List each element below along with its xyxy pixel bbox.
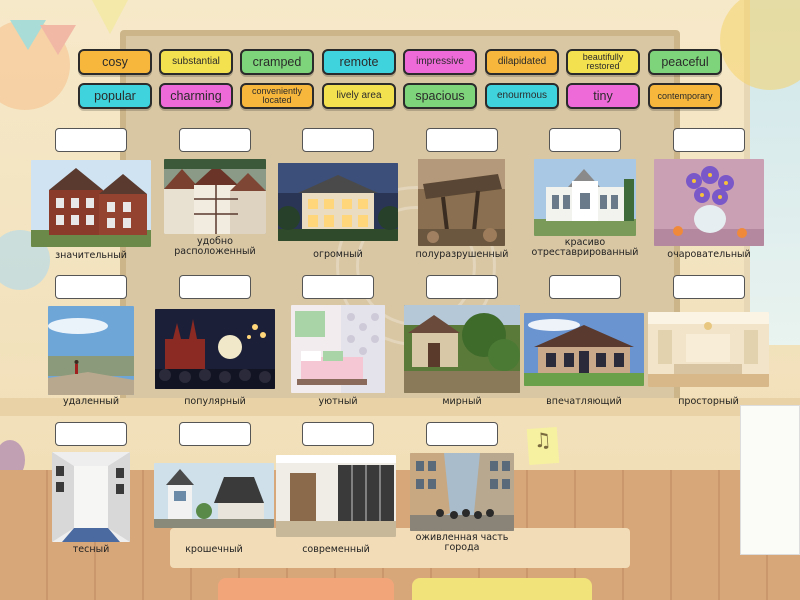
word-tile[interactable]: peaceful (648, 49, 722, 75)
drop-slot[interactable] (55, 275, 127, 299)
drop-slot[interactable] (426, 422, 498, 446)
drop-slot[interactable] (673, 128, 745, 152)
hiker-on-ridge-photo (48, 306, 134, 395)
drop-slot[interactable] (302, 128, 374, 152)
drop-slot[interactable] (673, 275, 745, 299)
drop-slot[interactable] (55, 422, 127, 446)
word-tile[interactable]: charming (159, 83, 233, 109)
spacious-living-room-photo (648, 312, 769, 387)
chair (218, 578, 394, 600)
card-caption: очаровательный (667, 249, 751, 260)
word-tile[interactable]: cosy (78, 49, 152, 75)
card-caption: тесный (72, 544, 110, 555)
word-tile[interactable]: lively area (322, 83, 396, 109)
old-town-rooftops-photo (164, 159, 266, 234)
card-caption: крошечный (185, 544, 243, 555)
word-tile[interactable]: conveniently located (240, 83, 314, 109)
drop-slot[interactable] (426, 128, 498, 152)
word-tile[interactable]: tiny (566, 83, 640, 109)
word-tile[interactable]: impressive (403, 49, 477, 75)
card-caption: впечатляющий (546, 396, 622, 407)
card-caption: красиво отреставрированный (531, 237, 639, 258)
sticky-note: ♫ (526, 426, 560, 466)
bunting-flag (40, 25, 76, 55)
narrow-hallway-photo (52, 452, 130, 542)
modern-wardrobe-room-photo (276, 455, 396, 537)
drop-slot[interactable] (179, 422, 251, 446)
drop-slot[interactable] (302, 422, 374, 446)
word-tile[interactable]: spacious (403, 83, 477, 109)
flower-bouquet-photo (654, 159, 764, 246)
word-tile[interactable]: dilapidated (485, 49, 559, 75)
word-tile[interactable]: substantial (159, 49, 233, 75)
drop-slot[interactable] (549, 275, 621, 299)
victorian-brick-house-photo (31, 160, 151, 247)
cabinet (740, 405, 800, 555)
drop-slot[interactable] (179, 128, 251, 152)
collapsed-building-photo (418, 159, 505, 246)
drop-slot[interactable] (549, 128, 621, 152)
card-caption: просторный (678, 396, 739, 407)
card-caption: популярный (184, 396, 246, 407)
drop-slot[interactable] (179, 275, 251, 299)
word-tile[interactable]: remote (322, 49, 396, 75)
drop-slot[interactable] (55, 128, 127, 152)
card-caption: огромный (313, 249, 363, 260)
card-caption: удаленный (62, 396, 120, 407)
chair (412, 578, 592, 600)
word-tile[interactable]: contemporary (648, 83, 722, 109)
card-caption: современный (302, 544, 370, 555)
drop-slot[interactable] (302, 275, 374, 299)
word-tile[interactable]: cramped (240, 49, 314, 75)
card-caption: полуразрушенный (415, 249, 509, 260)
bunting-flag (92, 0, 128, 34)
red-square-at-night-photo (155, 309, 275, 389)
cosy-bedroom-photo (291, 305, 385, 393)
card-caption: мирный (442, 396, 482, 407)
word-tile[interactable]: enourmous (485, 83, 559, 109)
card-caption: уютный (318, 396, 358, 407)
card-caption: удобно расположенный (174, 236, 256, 257)
music-note-icon: ♫ (532, 427, 553, 453)
garden-courtyard-photo (404, 305, 520, 393)
drop-slot[interactable] (426, 275, 498, 299)
word-tile[interactable]: popular (78, 83, 152, 109)
white-restored-mansion-photo (534, 159, 636, 236)
card-caption: оживленная часть города (415, 532, 509, 553)
busy-city-street-photo (410, 453, 514, 531)
villa-at-dusk-photo (278, 163, 398, 241)
card-caption: значительный (55, 250, 127, 261)
word-tile[interactable]: beautifully restored (566, 49, 640, 75)
stone-country-house-photo (524, 313, 644, 386)
tiny-house-photo (154, 463, 274, 528)
